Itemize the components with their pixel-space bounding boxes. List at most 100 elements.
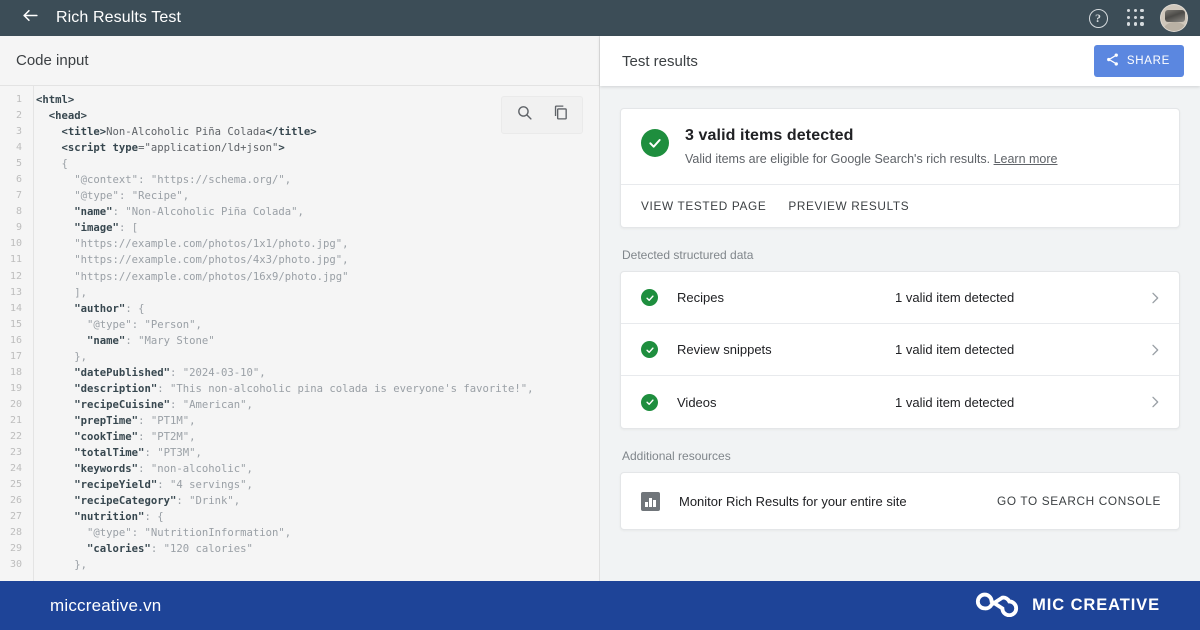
code-line-text: "prepTime": "PT1M", (74, 414, 196, 427)
code-line: 24 "keywords": "non-alcoholic", (0, 461, 599, 477)
footer-brand: MIC CREATIVE (974, 589, 1160, 622)
resource-text: Monitor Rich Results for your entire sit… (679, 493, 907, 509)
code-input-title: Code input (16, 52, 89, 69)
search-button[interactable] (508, 99, 540, 131)
summary-action-preview-results[interactable]: PREVIEW RESULTS (788, 199, 909, 213)
line-number: 27 (9, 511, 22, 523)
footer-brand-name: MIC CREATIVE (1032, 596, 1160, 614)
summary-title: 3 valid items detected (685, 127, 854, 144)
code-line: 13 ], (0, 285, 599, 301)
code-line-text: <title>Non-Alcoholic Piña Colada</title> (61, 126, 317, 139)
footer-banner: miccreative.vn MIC CREATIVE (0, 581, 1200, 630)
code-line-text: "recipeCategory": "Drink", (74, 495, 241, 508)
code-line: 29 "calories": "120 calories" (0, 541, 599, 557)
code-line: 4 <script type="application/ld+json"> (0, 140, 599, 156)
detected-item-name: Videos (677, 394, 717, 410)
code-line-text: }, (74, 559, 88, 572)
line-number: 12 (9, 270, 22, 282)
code-line: 7 "@type": "Recipe", (0, 188, 599, 204)
code-line-text: { (61, 158, 68, 171)
code-line: 18 "datePublished": "2024-03-10", (0, 365, 599, 381)
code-line-text: "keywords": "non-alcoholic", (74, 463, 253, 476)
copy-button[interactable] (544, 99, 576, 131)
help-button[interactable]: ? (1082, 2, 1114, 34)
code-line-text: "@context": "https://schema.org/", (74, 174, 292, 187)
share-button-label: SHARE (1126, 55, 1170, 67)
arrow-back-icon (21, 6, 40, 30)
code-line-text: "author": { (74, 302, 145, 315)
code-line: 27 "nutrition": { (0, 509, 599, 525)
code-line: 16 "name": "Mary Stone" (0, 333, 599, 349)
line-number: 10 (9, 238, 22, 250)
code-line: 20 "recipeCuisine": "American", (0, 397, 599, 413)
code-line: 17 }, (0, 349, 599, 365)
line-number: 20 (9, 398, 22, 410)
google-apps-button[interactable] (1120, 2, 1152, 34)
code-editor-toolbar (501, 96, 583, 134)
code-line: 9 "image": [ (0, 220, 599, 236)
code-line-text: "nutrition": { (74, 511, 164, 524)
line-number: 11 (9, 254, 22, 266)
summary-text-block: 3 valid items detected Valid items are e… (685, 127, 1058, 166)
code-line: 26 "recipeCategory": "Drink", (0, 493, 599, 509)
test-results-panel: Test results SHARE 3 valid items detecte… (600, 36, 1200, 581)
code-line-text: "name": "Non-Alcoholic Piña Colada", (74, 206, 304, 219)
line-number: 9 (15, 222, 22, 234)
detected-item-status: 1 valid item detected (895, 394, 1015, 410)
page-title: Rich Results Test (56, 9, 182, 26)
detected-item-row[interactable]: Recipes 1 valid item detected (621, 272, 1179, 324)
share-button[interactable]: SHARE (1093, 45, 1184, 77)
code-line-text: "image": [ (74, 222, 139, 235)
code-input-header: Code input (0, 36, 599, 86)
line-number: 13 (9, 286, 22, 298)
summary-content: 3 valid items detected Valid items are e… (621, 109, 1179, 184)
detected-item-row[interactable]: Review snippets 1 valid item detected (621, 324, 1179, 376)
help-icon: ? (1088, 8, 1108, 28)
learn-more-link[interactable]: Learn more (994, 152, 1058, 166)
code-line: 23 "totalTime": "PT3M", (0, 445, 599, 461)
detected-structured-data-label: Detected structured data (622, 248, 754, 262)
code-line-text: <script type="application/ld+json"> (61, 142, 285, 155)
line-number: 1 (15, 94, 22, 105)
line-number: 15 (9, 318, 22, 330)
line-number: 29 (9, 543, 22, 555)
code-line: 5 { (0, 156, 599, 172)
code-line: 30 }, (0, 557, 599, 573)
code-line: 8 "name": "Non-Alcoholic Piña Colada", (0, 204, 599, 220)
check-circle-icon (641, 393, 658, 411)
summary-card: 3 valid items detected Valid items are e… (620, 108, 1180, 228)
top-app-bar: Rich Results Test ? (0, 0, 1200, 36)
code-editor[interactable]: 1 <html> 2 <head> 3 <title>Non-Alcoholic Pi… (0, 86, 599, 581)
code-line: 14 "author": { (0, 301, 599, 317)
line-number: 2 (15, 110, 22, 122)
line-number: 24 (9, 463, 22, 475)
code-line-text: <html> (36, 94, 75, 106)
account-button[interactable] (1158, 2, 1190, 34)
line-number: 21 (9, 414, 22, 426)
line-number: 14 (9, 302, 22, 314)
code-line: 12 "https://example.com/photos/16x9/phot… (0, 269, 599, 285)
code-line-text: }, (74, 350, 88, 363)
back-button[interactable] (12, 0, 48, 36)
code-lines[interactable]: 1 <html> 2 <head> 3 <title>Non-Alcoholic Pi… (0, 86, 599, 573)
code-line: 21 "prepTime": "PT1M", (0, 413, 599, 429)
chevron-right-icon[interactable] (1147, 290, 1163, 306)
test-results-title: Test results (622, 52, 698, 70)
line-number: 7 (15, 190, 22, 202)
copy-icon (552, 104, 569, 126)
detected-item-name: Recipes (677, 290, 724, 305)
go-to-search-console-button[interactable]: GO TO SEARCH CONSOLE (997, 494, 1161, 508)
code-line: 10 "https://example.com/photos/1x1/photo… (0, 236, 599, 252)
infinity-loops-logo (974, 589, 1020, 622)
chevron-right-icon[interactable] (1147, 342, 1163, 358)
summary-action-view-tested-page[interactable]: VIEW TESTED PAGE (641, 199, 766, 213)
chevron-right-icon[interactable] (1147, 394, 1163, 410)
additional-resources-label: Additional resources (622, 449, 731, 463)
code-line-text: "@type": "NutritionInformation", (87, 527, 292, 540)
resource-row: Monitor Rich Results for your entire sit… (621, 473, 1179, 529)
detected-item-row[interactable]: Videos 1 valid item detected (621, 376, 1179, 428)
code-line: 11 "https://example.com/photos/4x3/photo… (0, 252, 599, 268)
code-input-panel: Code input 1 <html> 2 <head> 3 <title>Non-A… (0, 36, 600, 581)
code-line-text: <head> (48, 110, 88, 123)
detected-item-status: 1 valid item detected (895, 290, 1015, 305)
